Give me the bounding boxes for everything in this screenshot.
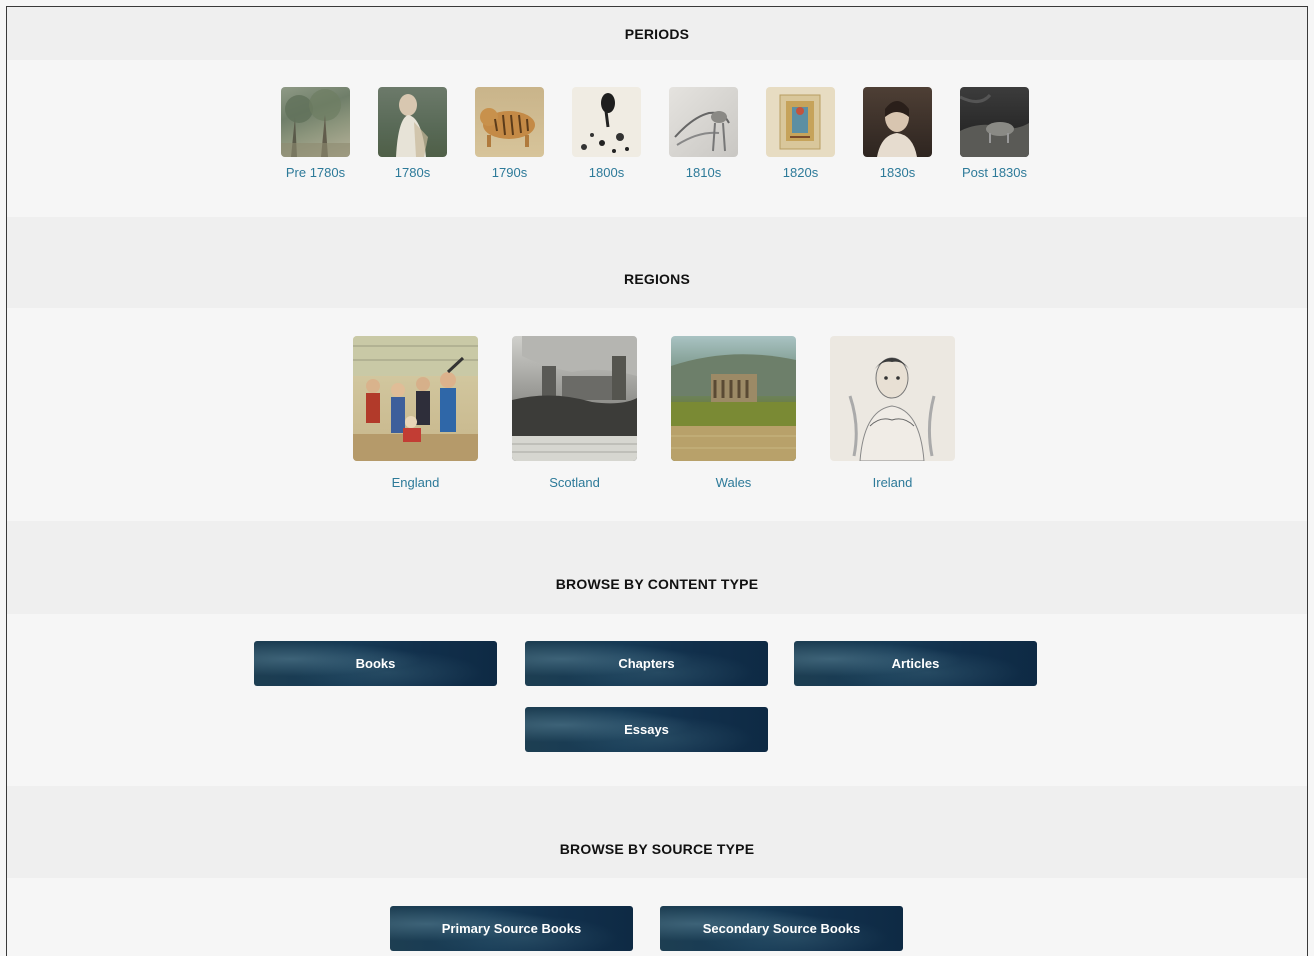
books-button[interactable]: Books: [254, 641, 497, 686]
period-label: 1790s: [491, 165, 528, 180]
portrait-figure-thumbnail: [378, 87, 447, 157]
periods-header: PERIODS: [7, 7, 1307, 60]
tiger-illustration-thumbnail: [475, 87, 544, 157]
periods-heading: PERIODS: [624, 25, 690, 42]
source-type-header: BROWSE BY SOURCE TYPE: [7, 786, 1307, 878]
portrait-sketch-thumbnail: [830, 336, 955, 461]
period-pre-1780s[interactable]: Pre 1780s: [281, 87, 350, 180]
period-1790s[interactable]: 1790s: [475, 87, 544, 180]
period-1780s[interactable]: 1780s: [378, 87, 447, 180]
periods-section: Pre 1780s 1780s 1790s 1800s 1810s 1820s …: [7, 87, 1307, 180]
secondary-source-books-button[interactable]: Secondary Source Books: [660, 906, 903, 951]
portrait-woman-thumbnail: [863, 87, 932, 157]
period-1820s[interactable]: 1820s: [766, 87, 835, 180]
period-label: 1810s: [685, 165, 722, 180]
castle-engraving-thumbnail: [512, 336, 637, 461]
period-label: 1820s: [782, 165, 819, 180]
pencil-drawing-thumbnail: [669, 87, 738, 157]
illuminated-page-thumbnail: [766, 87, 835, 157]
region-scotland[interactable]: Scotland: [512, 336, 637, 490]
period-label: 1800s: [588, 165, 625, 180]
regions-header: REGIONS: [7, 217, 1307, 308]
source-type-heading: BROWSE BY SOURCE TYPE: [559, 841, 755, 857]
region-label: Wales: [715, 475, 752, 490]
regions-section: England Scotland Wales Ireland: [7, 336, 1307, 490]
essays-button[interactable]: Essays: [525, 707, 768, 752]
ink-sketch-thumbnail: [572, 87, 641, 157]
region-england[interactable]: England: [353, 336, 478, 490]
regions-heading: REGIONS: [624, 271, 690, 287]
region-label: Scotland: [549, 475, 600, 490]
content-type-heading: BROWSE BY CONTENT TYPE: [555, 576, 759, 592]
chapters-button[interactable]: Chapters: [525, 641, 768, 686]
period-label: 1830s: [879, 165, 916, 180]
primary-source-books-button[interactable]: Primary Source Books: [390, 906, 633, 951]
abbey-landscape-thumbnail: [671, 336, 796, 461]
period-label: Pre 1780s: [285, 165, 346, 180]
period-1830s[interactable]: 1830s: [863, 87, 932, 180]
region-wales[interactable]: Wales: [671, 336, 796, 490]
period-label: 1780s: [394, 165, 431, 180]
region-label: Ireland: [872, 475, 913, 490]
period-post-1830s[interactable]: Post 1830s: [960, 87, 1029, 180]
region-ireland[interactable]: Ireland: [830, 336, 955, 490]
articles-button[interactable]: Articles: [794, 641, 1037, 686]
dark-etching-thumbnail: [960, 87, 1029, 157]
page-frame: PERIODS Pre 1780s 1780s 1790s 1800s 1810…: [6, 6, 1308, 956]
period-1800s[interactable]: 1800s: [572, 87, 641, 180]
crowd-scene-thumbnail: [353, 336, 478, 461]
period-label: Post 1830s: [961, 165, 1028, 180]
period-1810s[interactable]: 1810s: [669, 87, 738, 180]
region-label: England: [391, 475, 440, 490]
landscape-trees-thumbnail: [281, 87, 350, 157]
content-type-header: BROWSE BY CONTENT TYPE: [7, 521, 1307, 614]
